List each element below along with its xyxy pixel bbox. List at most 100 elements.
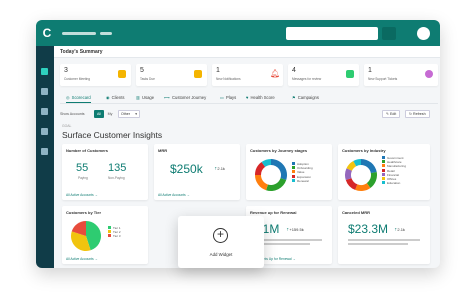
card-title: Customers by Tier (66, 210, 102, 215)
clients-icon: ◉ (106, 95, 110, 100)
app-logo[interactable]: C (40, 26, 54, 40)
sidebar-item-reports-icon[interactable] (41, 108, 48, 115)
usage-icon: ▥ (136, 95, 140, 100)
industry-card[interactable]: Customers by Industry Government Healthca… (338, 144, 430, 200)
sidebar-item-dashboard-icon[interactable] (41, 68, 48, 75)
mrr-card[interactable]: MRR $250k ⇡2.1k All Active Accounts → (154, 144, 240, 200)
top-bar: C (36, 20, 440, 46)
summary-bar: Today's Summary (54, 46, 440, 58)
flag-icon: ⚑ (292, 95, 296, 100)
legend-label: Education (387, 181, 401, 186)
journey-icon: ⟷ (164, 95, 171, 100)
card-title: Customers by Journey stages (250, 148, 308, 153)
add-widget-button[interactable]: + Add Widget (178, 216, 264, 268)
legend-item: Education (382, 181, 406, 185)
chart-slice[interactable] (361, 159, 377, 174)
renewal-note-line (256, 243, 310, 245)
legend-swatch (108, 230, 111, 234)
card-footer-link[interactable]: All Active Accounts → (158, 193, 190, 197)
card-title: Customers by Industry (342, 148, 386, 153)
cancelled-value: $23.3M (348, 222, 389, 236)
cancelled-note-line (348, 243, 408, 245)
chart-slice[interactable] (266, 178, 287, 191)
card-footer-link[interactable]: All Active Accounts → (66, 257, 98, 261)
journey-card[interactable]: Customers by Journey stages Adoption Onbo… (246, 144, 332, 200)
kpi-value: 5 (140, 67, 144, 74)
refresh-button[interactable]: ↻ Refresh (405, 110, 430, 118)
tab-plays[interactable]: ▭ Plays (220, 95, 236, 100)
chevron-down-icon: ▾ (135, 112, 137, 116)
legend-swatch (108, 226, 111, 229)
breadcrumb-primary[interactable] (62, 32, 96, 35)
kpi-card[interactable]: 1 New Notifications 🔔︎ (212, 64, 283, 86)
tab-scorecard[interactable]: ◎ Scorecard (66, 95, 91, 103)
filter-other-select[interactable]: Other ▾ (118, 110, 140, 118)
kpi-value: 1 (216, 67, 220, 74)
legend-swatch (108, 234, 111, 238)
nonpaying-count: 135 (108, 162, 127, 174)
legend-swatch (292, 174, 295, 178)
tab-usage[interactable]: ▥ Usage (136, 95, 154, 100)
kpi-row: 3 Customer Meeting 5 Tasks Due 1 New Not… (60, 64, 438, 86)
plays-icon: ▭ (220, 95, 224, 100)
tier-pie (71, 221, 101, 251)
breadcrumb-secondary[interactable] (100, 32, 112, 35)
heart-icon: ♥ (246, 95, 249, 100)
add-button[interactable] (382, 27, 396, 40)
legend-swatch (292, 166, 295, 170)
mrr-value: $250k (170, 162, 203, 176)
tab-health-score[interactable]: ♥ Health Score (246, 95, 275, 100)
edit-button[interactable]: ✎ Edit (382, 110, 401, 118)
legend-swatch (292, 178, 295, 182)
kpi-card[interactable]: 5 Tasks Due (136, 64, 207, 86)
sidebar-item-tasks-icon[interactable] (41, 128, 48, 135)
cancelled-trend: ⇡2.1k (394, 227, 405, 232)
industry-donut (345, 159, 377, 191)
cancelled-note-line (348, 239, 420, 241)
sidebar-item-accounts-icon[interactable] (41, 88, 48, 95)
card-title: Revenue up for Renewal (250, 210, 297, 215)
chart-slice[interactable] (271, 159, 287, 180)
filter-all-button[interactable]: All (94, 110, 104, 118)
chart-slice[interactable] (345, 178, 358, 190)
card-title: MRR (158, 148, 168, 153)
legend-label: Tier 3 (113, 234, 121, 239)
legend-swatch (382, 181, 385, 185)
kpi-card[interactable]: 1 New Support Tickets (364, 64, 438, 86)
card-title: Canceled MRR (342, 210, 371, 215)
support-icon (425, 70, 433, 78)
filter-bar: Show Accounts All My Other ▾ ✎ Edit ↻ Ref… (60, 110, 438, 119)
nonpaying-label: Non-Paying (108, 176, 125, 180)
kpi-label: Customer Meeting (64, 77, 91, 81)
message-icon (346, 70, 354, 78)
kpi-value: 1 (368, 67, 372, 74)
cancelled-card[interactable]: Canceled MRR $23.3M ⇡2.1k (338, 206, 430, 264)
search-input[interactable] (286, 27, 378, 40)
legend-item: Renewal (292, 178, 313, 183)
avatar[interactable] (417, 27, 430, 40)
sidebar-item-settings-icon[interactable] (41, 148, 48, 155)
tab-clients[interactable]: ◉ Clients (106, 95, 124, 100)
scorecard-icon: ◎ (66, 95, 70, 100)
tier-card[interactable]: Customers by Tier Tier 1 Tier 2 Tier 3 All… (62, 206, 148, 264)
card-title: Number of Customers (66, 148, 109, 153)
tab-customer-journey[interactable]: ⟷ Customer Journey (164, 95, 206, 100)
card-footer-link[interactable]: All Active Accounts → (66, 193, 98, 197)
add-widget-label: Add Widget (209, 252, 233, 257)
tab-campaigns[interactable]: ⚑ Campaigns (292, 95, 319, 100)
legend-swatch (382, 156, 385, 159)
customers-card[interactable]: Number of Customers 55 Paying 135 Non-Pa… (62, 144, 148, 200)
kpi-label: New Support Tickets (368, 77, 398, 81)
tier-legend: Tier 1 Tier 2 Tier 3 (108, 226, 121, 239)
journey-donut (255, 159, 287, 191)
legend-swatch (382, 172, 385, 176)
chart-slice[interactable] (255, 175, 268, 191)
kpi-label: New Notifications (216, 77, 241, 81)
filter-my-button[interactable]: My (105, 110, 115, 118)
kpi-value: 4 (292, 67, 296, 74)
plus-icon: + (213, 228, 228, 243)
journey-legend: Adoption Onboarding Value Expansion Renewal (292, 162, 313, 183)
kpi-card[interactable]: 3 Customer Meeting (60, 64, 131, 86)
kpi-card[interactable]: 4 Messages for review (288, 64, 359, 86)
legend-swatch (382, 164, 385, 168)
